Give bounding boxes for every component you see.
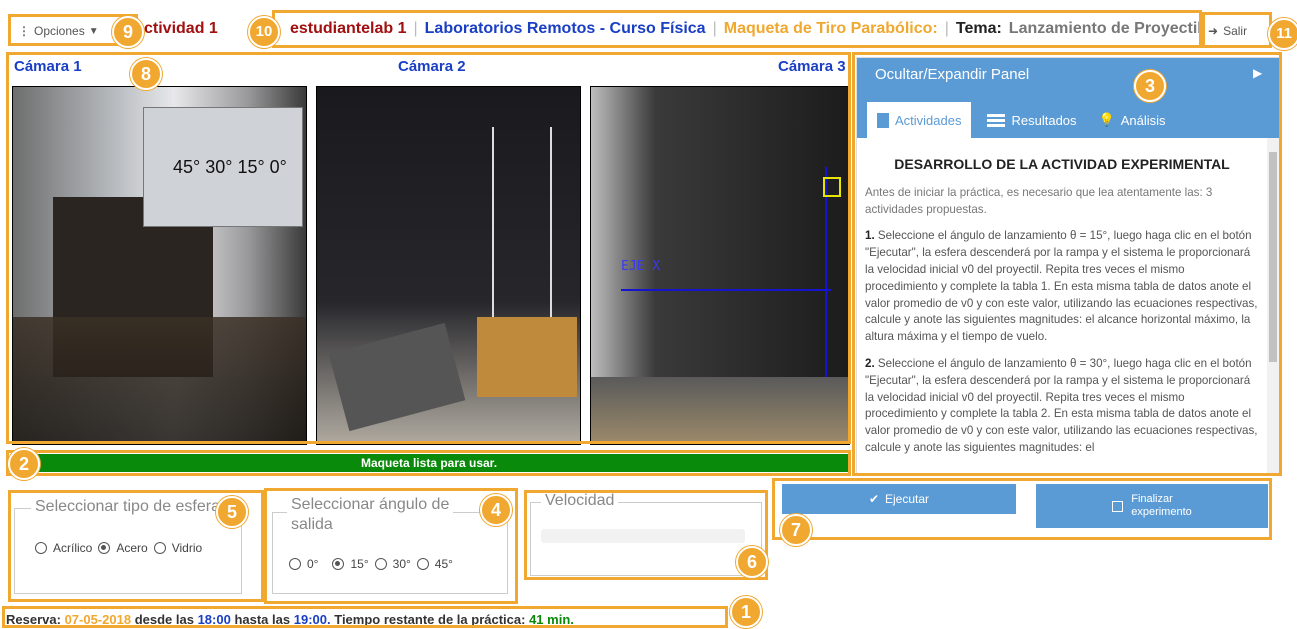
badge-7: 7 xyxy=(780,514,812,546)
highlight-box-reservation xyxy=(2,606,728,628)
badge-1: 1 xyxy=(730,596,762,628)
badge-2: 2 xyxy=(8,448,40,480)
highlight-box-cameras xyxy=(6,52,851,444)
highlight-box-status xyxy=(6,450,851,476)
highlight-box-actions xyxy=(772,478,1272,540)
badge-6: 6 xyxy=(736,546,768,578)
highlight-box-session xyxy=(272,10,1202,48)
badge-11: 11 xyxy=(1268,18,1297,50)
badge-5: 5 xyxy=(216,496,248,528)
highlight-box-exit xyxy=(1202,12,1272,48)
activity-title: ctividad 1 xyxy=(144,20,218,37)
badge-9: 9 xyxy=(112,16,144,48)
highlight-box-speed xyxy=(524,490,768,580)
highlight-box-panel xyxy=(852,52,1282,476)
badge-4: 4 xyxy=(480,494,512,526)
badge-8: 8 xyxy=(130,58,162,90)
badge-3: 3 xyxy=(1134,70,1166,102)
badge-10: 10 xyxy=(248,16,280,48)
